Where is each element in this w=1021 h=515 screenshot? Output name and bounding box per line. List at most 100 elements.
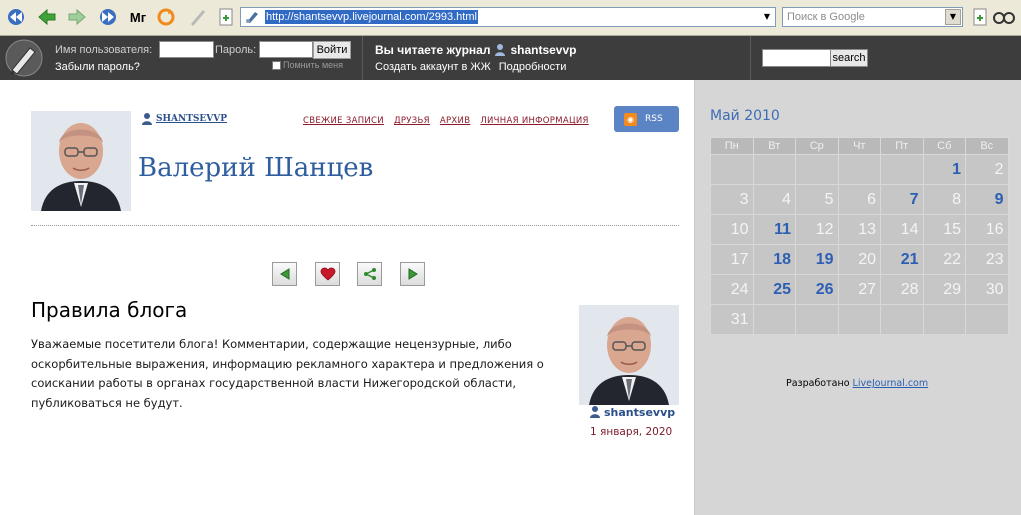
calendar-day: 30 <box>965 274 1009 305</box>
calendar-weekday: Сб <box>922 137 966 155</box>
calendar-week: 10 11 12 13 14 15 16 <box>710 214 1009 245</box>
calendar-week: 12 <box>710 154 1009 185</box>
pen-icon[interactable] <box>186 6 210 28</box>
arrow-right-icon <box>408 268 418 280</box>
calendar-day: 27 <box>837 274 881 305</box>
details-link[interactable]: Подробности <box>499 61 567 73</box>
username-input[interactable] <box>159 41 214 58</box>
calendar-day-link[interactable]: 26 <box>795 274 839 305</box>
nav-friends[interactable]: ДРУЗЬЯ <box>394 116 430 126</box>
post-body: Уважаемые посетители блога! Комментарии,… <box>31 337 544 410</box>
address-bar[interactable]: http://shantsevvp.livejournal.com/2993.h… <box>240 7 776 27</box>
calendar-title[interactable]: Май 2010 <box>710 108 780 124</box>
url-text[interactable]: http://shantsevvp.livejournal.com/2993.h… <box>265 10 478 24</box>
remember-me[interactable]: Помнить меня <box>272 60 343 70</box>
calendar-day: 4 <box>752 184 796 215</box>
forgot-password-link[interactable]: Забыли пароль? <box>55 61 140 73</box>
credit-link[interactable]: LiveJournal.com <box>853 378 929 389</box>
calendar-empty-cell <box>880 304 924 335</box>
share-button[interactable] <box>357 262 382 286</box>
fast-forward-icon[interactable] <box>96 6 120 28</box>
nav-profile[interactable]: ЛИЧНАЯ ИНФОРМАЦИЯ <box>480 116 588 126</box>
calendar-day: 6 <box>837 184 881 215</box>
livejournal-bar: Имя пользователя: Пароль: Войти Забыли п… <box>0 36 1021 80</box>
calendar-day-link[interactable]: 19 <box>795 244 839 275</box>
back-icon[interactable] <box>35 6 59 28</box>
calendar-empty-cell <box>795 154 839 185</box>
user-icon <box>590 406 600 418</box>
glasses-icon[interactable] <box>992 6 1016 28</box>
calendar: Пн Вт Ср Чт Пт Сб Вс 1 2 3 4 5 6 7 8 9 10 11 12 13 14 15 16 17… <box>710 137 1009 335</box>
lj-search-input[interactable] <box>762 49 832 67</box>
lj-links: Создать аккаунт в ЖЖ Подробности <box>375 61 566 73</box>
rewind-icon[interactable] <box>4 6 28 28</box>
remember-me-label: Помнить меня <box>283 60 344 70</box>
rss-button[interactable]: ◉ RSS <box>614 106 679 132</box>
browser-toolbar: Мг http://shantsevvp.livejournal.com/299… <box>0 0 1021 36</box>
nav-archive[interactable]: АРХИВ <box>440 116 470 126</box>
nav-recent-entries[interactable]: СВЕЖИЕ ЗАПИСИ <box>303 116 384 126</box>
journal-nav: СВЕЖИЕ ЗАПИСИ ДРУЗЬЯ АРХИВ ЛИЧНАЯ ИНФОРМ… <box>303 116 589 126</box>
calendar-day-link[interactable]: 11 <box>752 214 796 245</box>
calendar-day-link[interactable]: 18 <box>752 244 796 275</box>
user-icon <box>142 113 152 125</box>
login-button[interactable]: Войти <box>313 41 351 59</box>
next-entry-button[interactable] <box>400 262 425 286</box>
blog-title: Валерий Шанцев <box>138 153 374 183</box>
user-icon <box>495 44 506 56</box>
calendar-empty-cell <box>922 304 966 335</box>
heart-icon <box>320 267 335 281</box>
post-author[interactable]: shantsevvp <box>588 405 675 419</box>
dropdown-arrow-icon[interactable]: ▼ <box>761 11 773 23</box>
arrow-left-icon <box>279 268 289 280</box>
calendar-empty-cell <box>965 304 1009 335</box>
header-username-text[interactable]: SHANTSEVVP <box>156 114 227 124</box>
calendar-day: 12 <box>795 214 839 245</box>
calendar-day-link[interactable]: 21 <box>880 244 924 275</box>
lj-search-button[interactable]: search <box>830 49 868 67</box>
calendar-day: 2 <box>965 154 1009 185</box>
calendar-day: 5 <box>795 184 839 215</box>
divider <box>31 225 679 226</box>
add-memories-button[interactable] <box>315 262 340 286</box>
page-add-icon[interactable] <box>214 6 238 28</box>
calendar-empty-cell <box>752 304 796 335</box>
calendar-week: 24 25 26 27 28 29 30 <box>710 274 1009 305</box>
password-input[interactable] <box>259 41 313 58</box>
calendar-empty-cell <box>880 154 924 185</box>
calendar-body: 1 2 3 4 5 6 7 8 9 10 11 12 13 14 15 16 17 18 19 20 21 22 23 24 2… <box>710 154 1009 335</box>
forward-icon[interactable] <box>65 6 89 28</box>
reload-icon[interactable] <box>154 6 178 28</box>
google-search-field[interactable]: Поиск в Google ▼ <box>782 7 963 27</box>
remember-me-checkbox[interactable] <box>272 60 281 70</box>
livejournal-logo-icon[interactable] <box>4 38 44 78</box>
calendar-empty-cell <box>837 154 881 185</box>
calendar-weekday: Чт <box>837 137 881 155</box>
calendar-day: 24 <box>710 274 754 305</box>
calendar-day: 16 <box>965 214 1009 245</box>
calendar-day: 3 <box>710 184 754 215</box>
search-dropdown-icon[interactable]: ▼ <box>945 9 961 25</box>
calendar-day-link[interactable]: 7 <box>880 184 924 215</box>
toolbar-mg-button[interactable]: Мг <box>126 6 150 28</box>
calendar-day: 15 <box>922 214 966 245</box>
create-account-link[interactable]: Создать аккаунт в ЖЖ <box>375 61 491 73</box>
page-add-icon-2[interactable] <box>968 6 992 28</box>
post-author-name[interactable]: shantsevvp <box>604 406 675 419</box>
journal-user-link[interactable]: shantsevvp <box>510 43 576 57</box>
calendar-day-link[interactable]: 25 <box>752 274 796 305</box>
password-label: Пароль: <box>215 44 257 56</box>
calendar-day-link[interactable]: 1 <box>922 154 966 185</box>
calendar-day: 17 <box>710 244 754 275</box>
header-username[interactable]: SHANTSEVVP <box>140 112 227 126</box>
calendar-weekday: Вт <box>752 137 796 155</box>
calendar-day-link[interactable]: 9 <box>965 184 1009 215</box>
credit-prefix: Разработано <box>786 378 850 389</box>
calendar-day: 22 <box>922 244 966 275</box>
calendar-day: 28 <box>880 274 924 305</box>
calendar-week: 31 <box>710 304 1009 335</box>
reading-label: Вы читаете журнал <box>375 43 491 57</box>
previous-entry-button[interactable] <box>272 262 297 286</box>
calendar-weekdays: Пн Вт Ср Чт Пт Сб Вс <box>710 137 1009 155</box>
calendar-week: 3456789 <box>710 184 1009 215</box>
